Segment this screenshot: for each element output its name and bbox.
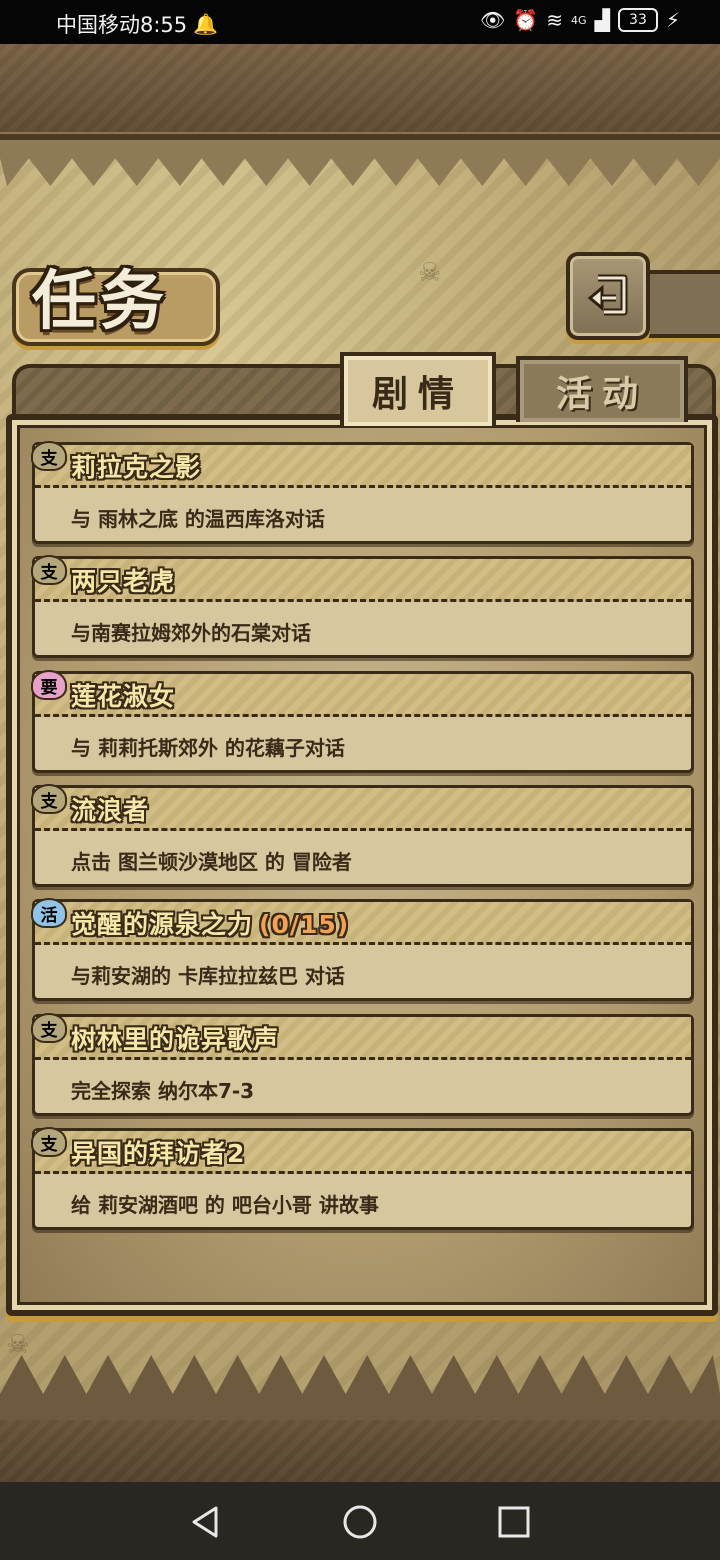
carrier-time: 中国移动8:55 — [56, 13, 188, 37]
quest-title-text: 觉醒的源泉之力 — [71, 910, 254, 939]
quest-description: 与 雨林之底 的温西库洛对话 — [71, 507, 325, 531]
quest-header: 树林里的诡异歌声 — [35, 1017, 691, 1060]
quest-title-text: 树林里的诡异歌声 — [71, 1025, 280, 1054]
quest-type-icon: 支 — [31, 441, 67, 471]
quest-title-text: 莉拉克之影 — [71, 453, 202, 482]
quest-header: 异国的拜访者2 — [35, 1131, 691, 1174]
quest-header: 流浪者 — [35, 788, 691, 831]
quest-title: 莲花淑女 — [71, 677, 175, 713]
quest-header: 莲花淑女 — [35, 674, 691, 717]
quest-description: 完全探索 纳尔本7-3 — [71, 1079, 255, 1103]
status-left: 中国移动8:55 🔔 — [56, 9, 218, 39]
top-wood-band — [0, 44, 720, 140]
quest-description: 点击 图兰顿沙漠地区 的 冒险者 — [71, 850, 352, 874]
quest-title-text: 流浪者 — [71, 796, 150, 825]
wifi-icon: ≋ — [546, 8, 564, 32]
charging-icon: ⚡ — [665, 8, 680, 32]
quest-type-icon: 支 — [31, 1127, 67, 1157]
system-navigation-bar — [0, 1482, 720, 1560]
quest-type-icon: 支 — [31, 784, 67, 814]
recent-square-icon[interactable] — [494, 1502, 534, 1542]
quest-description: 给 莉安湖酒吧 的 吧台小哥 讲故事 — [71, 1193, 379, 1217]
quest-progress: (0/15) — [259, 910, 350, 939]
notification-bell-icon: 🔔 — [193, 12, 219, 36]
bottom-wood-band — [0, 1420, 720, 1482]
quest-title-text: 莲花淑女 — [71, 682, 176, 711]
quest-card[interactable]: 两只老虎支与南赛拉姆郊外的石棠对话 — [31, 555, 694, 658]
battery-indicator: 33 — [617, 8, 658, 32]
home-circle-icon[interactable] — [340, 1502, 380, 1542]
quest-header: 莉拉克之影 — [35, 445, 691, 488]
quest-card[interactable]: 莉拉克之影支与 雨林之底 的温西库洛对话 — [31, 441, 694, 544]
quest-title-text: 异国的拜访者2 — [71, 1139, 246, 1168]
return-arrow-icon — [587, 274, 628, 316]
skull-map-icon-2: ☠ — [6, 1330, 30, 1360]
back-button[interactable] — [566, 252, 650, 340]
back-triangle-icon[interactable] — [186, 1502, 226, 1542]
quest-card[interactable]: 莲花淑女要与 莉莉托斯郊外 的花藕子对话 — [31, 670, 694, 773]
tab-story[interactable]: 剧情 — [340, 352, 496, 426]
alarm-icon: ⏰ — [513, 8, 539, 32]
quest-card[interactable]: 觉醒的源泉之力 (0/15) 活与莉安湖的 卡库拉拉兹巴 对话 — [31, 898, 694, 1001]
quest-header: 觉醒的源泉之力 (0/15) — [35, 902, 691, 945]
signal-icon: ▟ — [594, 8, 610, 32]
page-title: 任务 — [32, 264, 168, 339]
quest-card[interactable]: 异国的拜访者2 支给 莉安湖酒吧 的 吧台小哥 讲故事 — [31, 1127, 694, 1230]
quest-card[interactable]: 树林里的诡异歌声支完全探索 纳尔本7-3 — [31, 1013, 694, 1116]
quest-card[interactable]: 流浪者支点击 图兰顿沙漠地区 的 冒险者 — [31, 784, 694, 887]
quest-description: 与南赛拉姆郊外的石棠对话 — [71, 621, 311, 645]
quest-type-icon: 要 — [31, 670, 67, 700]
quest-title: 莉拉克之影 — [71, 448, 201, 484]
quest-type-icon: 支 — [31, 1013, 67, 1043]
quest-title: 异国的拜访者2 — [71, 1134, 245, 1170]
tab-events[interactable]: 活动 — [516, 356, 688, 422]
quest-description: 与 莉莉托斯郊外 的花藕子对话 — [71, 736, 345, 760]
quest-title: 流浪者 — [71, 791, 149, 827]
status-bar: 中国移动8:55 🔔 👁 ⏰ ≋ 4G ▟ 33 ⚡ — [0, 0, 720, 44]
quest-type-icon: 支 — [31, 555, 67, 585]
quest-type-icon: 活 — [31, 898, 67, 928]
quest-title: 树林里的诡异歌声 — [71, 1020, 279, 1056]
quest-description: 与莉安湖的 卡库拉拉兹巴 对话 — [71, 964, 345, 988]
quest-title-text: 两只老虎 — [71, 567, 176, 596]
skull-map-icon: ☠ — [418, 258, 442, 288]
quest-header: 两只老虎 — [35, 559, 691, 602]
network-type: 4G — [571, 13, 587, 27]
quest-title: 两只老虎 — [71, 562, 175, 598]
quest-title: 觉醒的源泉之力 (0/15) — [71, 905, 349, 941]
status-right: 👁 ⏰ ≋ 4G ▟ 33 ⚡ — [480, 8, 680, 32]
eye-icon: 👁 — [479, 8, 506, 32]
